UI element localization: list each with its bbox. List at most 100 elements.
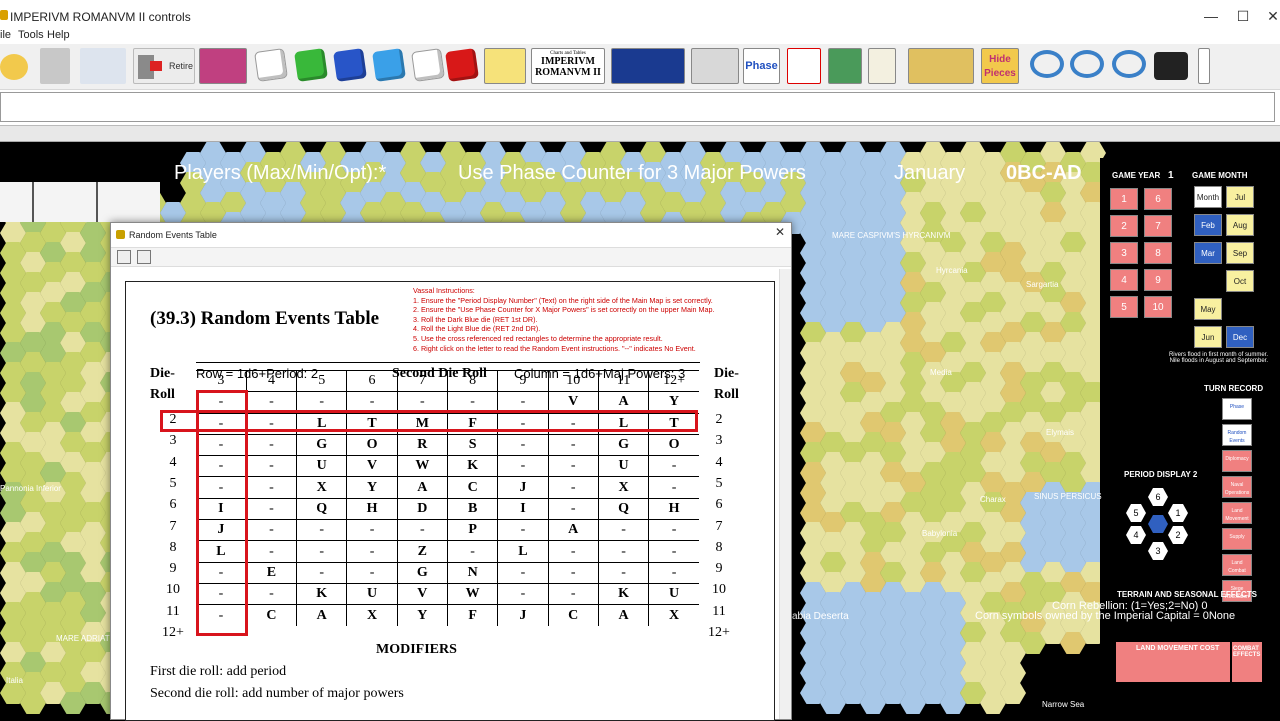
close-button[interactable]: ✕: [1250, 4, 1280, 28]
phase-note-icon[interactable]: [787, 48, 821, 84]
period-hex[interactable]: 2: [1168, 526, 1188, 544]
dialog-close-button[interactable]: ✕: [775, 225, 785, 239]
overview-map-icon[interactable]: [908, 48, 974, 84]
turn-box[interactable]: Supply: [1222, 528, 1252, 550]
event-cell[interactable]: Q: [597, 497, 649, 520]
event-cell[interactable]: V: [346, 455, 398, 477]
year-box[interactable]: 2: [1110, 215, 1138, 237]
month-box[interactable]: Jun: [1194, 326, 1222, 348]
event-cell[interactable]: X: [296, 476, 347, 499]
step-icon[interactable]: [40, 48, 70, 84]
server-icon[interactable]: [80, 48, 126, 84]
event-cell[interactable]: A: [296, 604, 347, 627]
month-box[interactable]: Oct: [1226, 270, 1254, 292]
chat-input[interactable]: [0, 92, 1275, 122]
red-die-icon[interactable]: [445, 48, 479, 82]
turn-box[interactable]: Phase: [1222, 398, 1252, 420]
period-hex[interactable]: 1: [1168, 504, 1188, 522]
month-box[interactable]: Aug: [1226, 214, 1254, 236]
period-hex[interactable]: 5: [1126, 504, 1146, 522]
extra-icon[interactable]: [1198, 48, 1210, 84]
event-cell[interactable]: U: [296, 455, 347, 477]
event-cell[interactable]: E: [245, 561, 297, 584]
event-cell[interactable]: W: [396, 455, 448, 477]
year-box[interactable]: 3: [1110, 242, 1138, 264]
event-cell[interactable]: K: [597, 582, 649, 605]
menu-tools[interactable]: Tools: [18, 29, 44, 41]
event-cell[interactable]: L: [497, 540, 549, 563]
period-hex[interactable]: 3: [1148, 542, 1168, 560]
month-box[interactable]: May: [1194, 298, 1222, 320]
year-box[interactable]: 4: [1110, 269, 1138, 291]
event-cell[interactable]: A: [396, 476, 448, 499]
light-blue-die-icon[interactable]: [372, 48, 406, 82]
month-box[interactable]: Jul: [1226, 186, 1254, 208]
white-die-icon[interactable]: [254, 48, 288, 82]
splitter[interactable]: [0, 126, 1280, 142]
event-cell[interactable]: H: [648, 497, 699, 520]
event-cell[interactable]: R: [396, 433, 448, 456]
event-cell[interactable]: C: [446, 476, 498, 499]
event-cell[interactable]: G: [296, 433, 347, 456]
turn-box[interactable]: Diplomacy: [1222, 450, 1252, 472]
dialog-scrollbar[interactable]: [779, 269, 791, 719]
event-cell[interactable]: K: [446, 455, 498, 477]
event-cell[interactable]: O: [648, 433, 699, 456]
year-box[interactable]: 5: [1110, 296, 1138, 318]
zoom-out-icon[interactable]: [1112, 50, 1146, 78]
stack-note-icon[interactable]: [828, 48, 862, 84]
green-die-icon[interactable]: [294, 48, 328, 82]
event-cell[interactable]: J: [497, 604, 549, 627]
event-cell[interactable]: C: [245, 604, 297, 627]
chart-icon[interactable]: [484, 48, 526, 84]
year-box[interactable]: 10: [1144, 296, 1172, 318]
dialog-list-icon[interactable]: [137, 250, 151, 264]
month-box[interactable]: Feb: [1194, 214, 1222, 236]
month-box[interactable]: Mar: [1194, 242, 1222, 264]
event-cell[interactable]: U: [648, 582, 699, 605]
event-cell[interactable]: Z: [396, 540, 448, 563]
event-cell[interactable]: U: [346, 582, 398, 605]
event-cell[interactable]: X: [346, 604, 398, 627]
event-cell[interactable]: F: [446, 604, 498, 627]
hide-pieces-button[interactable]: Hide Pieces: [981, 48, 1019, 84]
period-hex[interactable]: 4: [1126, 526, 1146, 544]
zoom-icon[interactable]: [1070, 50, 1104, 78]
turn-box[interactable]: Random Events: [1222, 424, 1252, 446]
event-cell[interactable]: N: [446, 561, 498, 584]
undo-icon[interactable]: [0, 54, 28, 80]
camera-icon[interactable]: [1154, 52, 1188, 80]
menu-help[interactable]: Help: [47, 29, 70, 41]
event-cell[interactable]: X: [648, 604, 699, 627]
year-box[interactable]: 6: [1144, 188, 1172, 210]
year-box[interactable]: 9: [1144, 269, 1172, 291]
month-box[interactable]: Sep: [1226, 242, 1254, 264]
event-cell[interactable]: P: [446, 519, 498, 541]
charts-tables-button[interactable]: Charts and Tables IMPERIVM ROMANVM II: [531, 48, 605, 84]
event-cell[interactable]: G: [396, 561, 448, 584]
event-cell[interactable]: D: [396, 497, 448, 520]
event-cell[interactable]: J: [497, 476, 549, 499]
phase-button[interactable]: Phase: [743, 48, 780, 84]
event-cell[interactable]: K: [296, 582, 347, 605]
event-cell[interactable]: W: [446, 582, 498, 605]
event-cell[interactable]: A: [547, 519, 599, 541]
event-cell[interactable]: Y: [396, 604, 448, 627]
phase-counter-label[interactable]: Use Phase Counter for 3 Major Powers: [458, 162, 806, 185]
turn-box[interactable]: Land Combat: [1222, 554, 1252, 576]
zoom-in-icon[interactable]: [1030, 50, 1064, 78]
dark-blue-die-icon[interactable]: [333, 48, 367, 82]
turn-box[interactable]: Naval Operations: [1222, 476, 1252, 498]
event-cell[interactable]: B: [446, 497, 498, 520]
month-box[interactable]: Month: [1194, 186, 1222, 208]
grid-icon[interactable]: [691, 48, 739, 84]
event-cell[interactable]: G: [597, 433, 649, 456]
dialog-camera-icon[interactable]: [117, 250, 131, 264]
map-thumb-icon[interactable]: [611, 48, 685, 84]
event-cell[interactable]: Q: [296, 497, 347, 520]
event-cell[interactable]: Y: [346, 476, 398, 499]
event-cell[interactable]: C: [547, 604, 599, 627]
pencil-icon[interactable]: [868, 48, 896, 84]
menu-file[interactable]: ile: [0, 29, 11, 41]
event-cell[interactable]: I: [497, 497, 549, 520]
